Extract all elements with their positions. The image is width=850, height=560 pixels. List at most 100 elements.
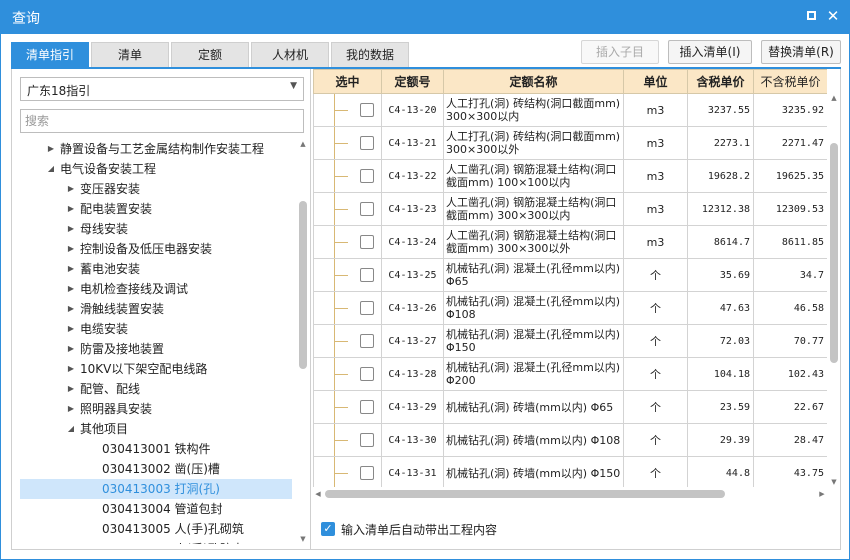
col-header-select[interactable]: 选中 <box>313 69 382 94</box>
row-checkbox[interactable] <box>360 136 374 150</box>
col-header-unit[interactable]: 单位 <box>623 69 688 94</box>
tree-item[interactable]: ▶ 电机检查接线及调试 <box>20 279 292 299</box>
tree-item[interactable]: ▶ 配电装置安装 <box>20 199 292 219</box>
restore-button[interactable] <box>804 9 818 23</box>
table-row[interactable]: C4-13-26 机械钻孔(洞) 混凝土(孔径mm以内) Φ108 个 47.63 46… <box>313 291 827 325</box>
tab-quota[interactable]: 定额 <box>171 42 249 68</box>
tree-item[interactable]: ◢ 电气设备安装工程 <box>20 159 292 179</box>
scroll-right-icon[interactable]: ▶ <box>817 489 827 499</box>
table-row[interactable]: C4-13-28 机械钻孔(洞) 混凝土(孔径mm以内) Φ200 个 104.18 1… <box>313 357 827 391</box>
tree-item[interactable]: 030413004 管道包封 <box>20 499 292 519</box>
row-checkbox[interactable] <box>360 103 374 117</box>
expand-arrow-icon[interactable]: ▶ <box>66 319 76 339</box>
tree-item[interactable]: 030413006 人(手)孔防水 <box>20 539 292 544</box>
scroll-left-icon[interactable]: ◀ <box>313 489 323 499</box>
tree-item[interactable]: ▶ 蓄电池安装 <box>20 259 292 279</box>
tab-list[interactable]: 清单 <box>91 42 169 68</box>
table-row[interactable]: C4-13-20 人工打孔(洞) 砖结构(洞口截面mm) 300×300以内 m3 3… <box>313 93 827 127</box>
row-checkbox[interactable] <box>360 334 374 348</box>
table-row[interactable]: C4-13-24 人工凿孔(洞) 钢筋混凝土结构(洞口截面mm) 300×300以… <box>313 225 827 259</box>
tab-my-data[interactable]: 我的数据 <box>331 42 409 68</box>
tree-item[interactable]: 030413003 打洞(孔) <box>20 479 292 499</box>
scroll-down-icon[interactable]: ▼ <box>298 534 308 544</box>
search-input[interactable] <box>25 111 295 131</box>
scroll-thumb[interactable] <box>830 143 838 363</box>
scroll-thumb[interactable] <box>325 490 725 498</box>
quota-unit: 个 <box>623 291 688 325</box>
table-row[interactable]: C4-13-23 人工凿孔(洞) 钢筋混凝土结构(洞口截面mm) 300×300以… <box>313 192 827 226</box>
quota-unit: 个 <box>623 390 688 424</box>
tree-item-label: 电机检查接线及调试 <box>80 282 189 296</box>
table-row[interactable]: C4-13-22 人工凿孔(洞) 钢筋混凝土结构(洞口截面mm) 100×100以… <box>313 159 827 193</box>
close-button[interactable]: ✕ <box>826 9 840 24</box>
col-header-code[interactable]: 定额号 <box>381 69 444 94</box>
collapse-arrow-icon[interactable]: ◢ <box>66 419 76 439</box>
table-row[interactable]: C4-13-27 机械钻孔(洞) 混凝土(孔径mm以内) Φ150 个 72.03 70… <box>313 324 827 358</box>
tree-item[interactable]: ▶ 控制设备及低压电器安装 <box>20 239 292 259</box>
scroll-thumb[interactable] <box>299 201 307 369</box>
expand-arrow-icon[interactable]: ▶ <box>46 139 56 159</box>
tree-item[interactable]: ▶ 配管、配线 <box>20 379 292 399</box>
tree-item[interactable]: 030413002 凿(压)槽 <box>20 459 292 479</box>
tree-item[interactable]: ◢ 其他项目 <box>20 419 292 439</box>
expand-arrow-icon[interactable]: ▶ <box>66 179 76 199</box>
guide-select[interactable]: 广东18指引 ▼ <box>20 77 304 101</box>
tab-list-guide[interactable]: 清单指引 <box>11 42 89 68</box>
insert-list-button[interactable]: 插入清单(I) <box>668 40 752 64</box>
tree-item[interactable]: ▶ 电缆安装 <box>20 319 292 339</box>
tree-item[interactable]: ▶ 滑触线装置安装 <box>20 299 292 319</box>
expand-arrow-icon[interactable]: ▶ <box>66 239 76 259</box>
row-checkbox[interactable] <box>360 466 374 480</box>
tree-item[interactable]: ▶ 照明器具安装 <box>20 399 292 419</box>
table-row[interactable]: C4-13-25 机械钻孔(洞) 混凝土(孔径mm以内) Φ65 个 35.69 34.… <box>313 258 827 292</box>
row-checkbox[interactable] <box>360 169 374 183</box>
table-row[interactable]: C4-13-21 人工打孔(洞) 砖结构(洞口截面mm) 300×300以外 m3 2… <box>313 126 827 160</box>
replace-list-button[interactable]: 替换清单(R) <box>761 40 841 64</box>
tree-item[interactable]: ▶ 10KV以下架空配电线路 <box>20 359 292 379</box>
expand-arrow-icon[interactable]: ▶ <box>66 379 76 399</box>
table-row[interactable]: C4-13-29 机械钻孔(洞) 砖墙(mm以内) Φ65 个 23.59 22.67 <box>313 390 827 424</box>
scroll-down-icon[interactable]: ▼ <box>829 477 839 487</box>
expand-arrow-icon[interactable]: ▶ <box>66 359 76 379</box>
collapse-arrow-icon[interactable]: ◢ <box>46 159 56 179</box>
tree-item[interactable]: 030413001 铁构件 <box>20 439 292 459</box>
tree-item[interactable]: ▶ 母线安装 <box>20 219 292 239</box>
col-header-price-tax[interactable]: 含税单价 <box>687 69 754 94</box>
expand-arrow-icon[interactable]: ▶ <box>66 199 76 219</box>
row-checkbox[interactable] <box>360 367 374 381</box>
select-cell <box>313 93 382 127</box>
expand-arrow-icon[interactable]: ▶ <box>66 299 76 319</box>
tab-materials[interactable]: 人材机 <box>251 42 329 68</box>
checkmark-icon[interactable]: ✓ <box>321 522 335 536</box>
tree-item-label: 照明器具安装 <box>80 402 153 416</box>
expand-arrow-icon[interactable]: ▶ <box>66 279 76 299</box>
scroll-up-icon[interactable]: ▲ <box>298 139 308 149</box>
tree-item[interactable]: ▶ 静置设备与工艺金属结构制作安装工程 <box>20 139 292 159</box>
row-checkbox[interactable] <box>360 235 374 249</box>
tree-scrollbar[interactable]: ▲ ▼ <box>298 139 308 544</box>
expand-arrow-icon[interactable]: ▶ <box>66 399 76 419</box>
tree-item[interactable]: ▶ 变压器安装 <box>20 179 292 199</box>
tree-item[interactable]: ▶ 防雷及接地装置 <box>20 339 292 359</box>
row-checkbox[interactable] <box>360 400 374 414</box>
row-checkbox[interactable] <box>360 202 374 216</box>
table-row[interactable]: C4-13-30 机械钻孔(洞) 砖墙(mm以内) Φ108 个 29.39 28.47 <box>313 423 827 457</box>
scroll-up-icon[interactable]: ▲ <box>829 93 839 103</box>
row-checkbox[interactable] <box>360 301 374 315</box>
quota-name: 机械钻孔(洞) 砖墙(mm以内) Φ108 <box>443 423 624 457</box>
expand-arrow-icon[interactable]: ▶ <box>66 219 76 239</box>
row-checkbox[interactable] <box>360 268 374 282</box>
tree-item[interactable]: 030413005 人(手)孔砌筑 <box>20 519 292 539</box>
quota-code: C4-13-22 <box>381 159 444 193</box>
col-header-name[interactable]: 定额名称 <box>443 69 624 94</box>
insert-child-button[interactable]: 插入子目 <box>581 40 659 64</box>
col-header-price-notax[interactable]: 不含税单价 <box>753 69 827 94</box>
grid-vscrollbar[interactable]: ▲ ▼ <box>829 93 839 487</box>
expand-arrow-icon[interactable]: ▶ <box>66 339 76 359</box>
title-bar: 查询 ✕ <box>0 0 850 34</box>
grid-hscrollbar[interactable]: ◀ ▶ <box>313 489 827 499</box>
search-box[interactable] <box>20 109 304 133</box>
expand-arrow-icon[interactable]: ▶ <box>66 259 76 279</box>
row-checkbox[interactable] <box>360 433 374 447</box>
table-row[interactable]: C4-13-31 机械钻孔(洞) 砖墙(mm以内) Φ150 个 44.8 43.75 <box>313 456 827 487</box>
